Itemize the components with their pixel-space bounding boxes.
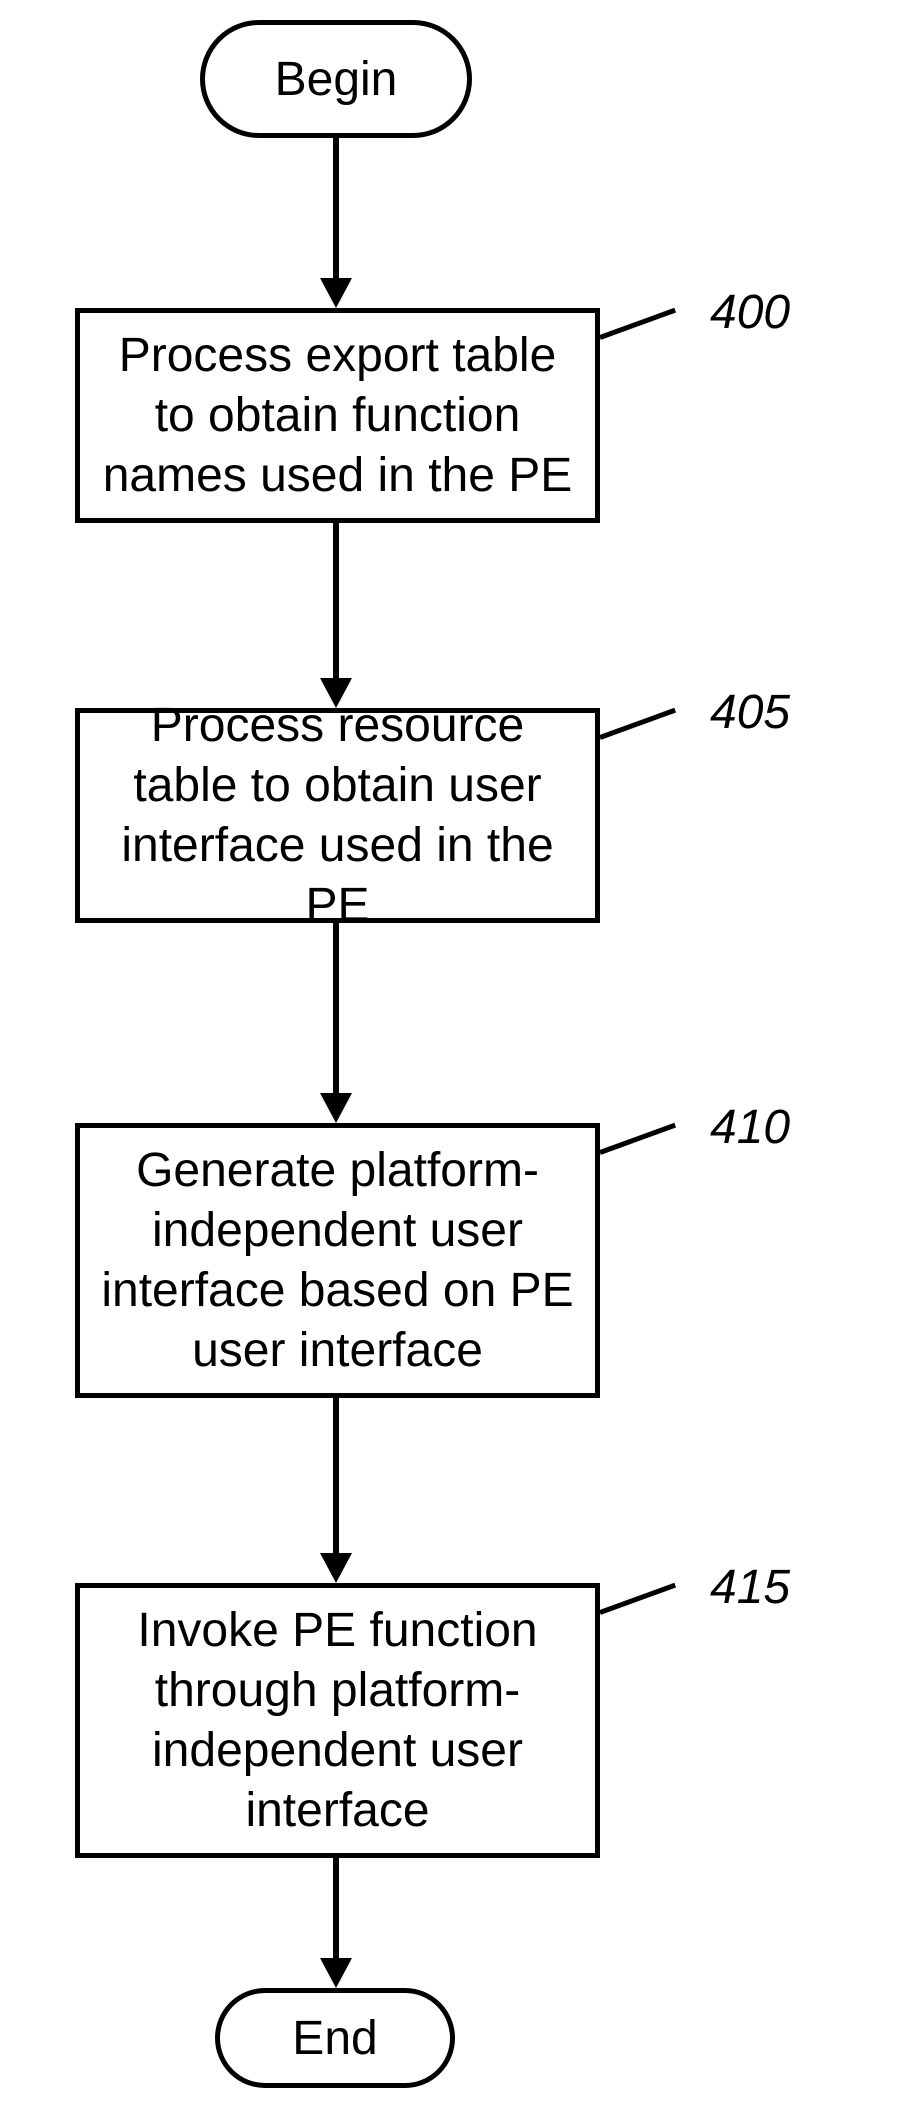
begin-label: Begin bbox=[275, 52, 398, 107]
ref-tick-415 bbox=[599, 1583, 676, 1615]
process-step-410: Generate platform-independent user inter… bbox=[75, 1123, 600, 1398]
terminator-end: End bbox=[215, 1988, 455, 2088]
process-step-410-text: Generate platform-independent user inter… bbox=[100, 1141, 575, 1381]
process-step-400-text: Process export table to obtain function … bbox=[100, 326, 575, 506]
arrowhead-410-to-415 bbox=[320, 1553, 352, 1583]
process-step-400: Process export table to obtain function … bbox=[75, 308, 600, 523]
ref-label-405: 405 bbox=[710, 685, 790, 740]
ref-label-410: 410 bbox=[710, 1100, 790, 1155]
arrowhead-405-to-410 bbox=[320, 1093, 352, 1123]
process-step-405-text: Process resource table to obtain user in… bbox=[100, 696, 575, 936]
ref-tick-410 bbox=[599, 1123, 676, 1155]
arrow-400-to-405 bbox=[333, 523, 339, 678]
ref-tick-400 bbox=[599, 308, 676, 340]
process-step-415: Invoke PE function through platform-inde… bbox=[75, 1583, 600, 1858]
arrowhead-415-to-end bbox=[320, 1958, 352, 1988]
ref-label-400: 400 bbox=[710, 285, 790, 340]
end-label: End bbox=[292, 2011, 377, 2066]
arrow-begin-to-400 bbox=[333, 138, 339, 278]
process-step-415-text: Invoke PE function through platform-inde… bbox=[100, 1601, 575, 1841]
ref-tick-405 bbox=[599, 708, 676, 740]
arrowhead-begin-to-400 bbox=[320, 278, 352, 308]
arrow-405-to-410 bbox=[333, 923, 339, 1093]
arrow-410-to-415 bbox=[333, 1398, 339, 1553]
process-step-405: Process resource table to obtain user in… bbox=[75, 708, 600, 923]
ref-label-415: 415 bbox=[710, 1560, 790, 1615]
arrow-415-to-end bbox=[333, 1858, 339, 1958]
terminator-begin: Begin bbox=[200, 20, 472, 138]
